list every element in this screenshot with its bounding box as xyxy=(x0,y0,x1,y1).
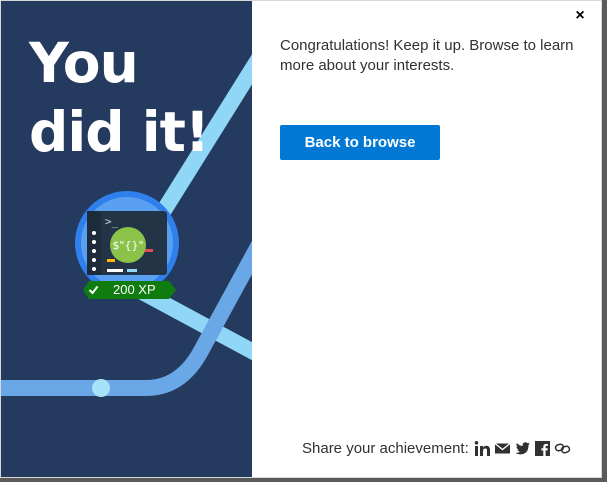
twitter-icon[interactable] xyxy=(514,440,531,457)
svg-text:$"{}": $"{}" xyxy=(112,239,143,252)
celebration-panel: You did it! >_ $"{}" 200 XP xyxy=(1,1,252,477)
achievement-dialog: You did it! >_ $"{}" 200 XP × Congratula… xyxy=(0,0,602,478)
check-icon xyxy=(88,285,99,295)
link-icon[interactable] xyxy=(554,440,571,457)
facebook-icon[interactable] xyxy=(534,440,551,457)
linkedin-icon[interactable] xyxy=(474,440,491,457)
svg-text:>_: >_ xyxy=(105,215,119,228)
share-section: Share your achievement: xyxy=(302,438,571,458)
congratulations-message: Congratulations! Keep it up. Browse to l… xyxy=(280,37,574,74)
headline-line-1: You xyxy=(29,31,139,95)
headline-line-2: did it! xyxy=(29,100,210,164)
email-icon[interactable] xyxy=(494,440,511,457)
xp-label: 200 XP xyxy=(113,282,156,297)
share-label: Share your achievement: xyxy=(302,439,469,457)
back-to-browse-button[interactable]: Back to browse xyxy=(280,125,440,160)
headline: You did it! xyxy=(29,29,239,167)
close-button[interactable]: × xyxy=(571,7,589,25)
